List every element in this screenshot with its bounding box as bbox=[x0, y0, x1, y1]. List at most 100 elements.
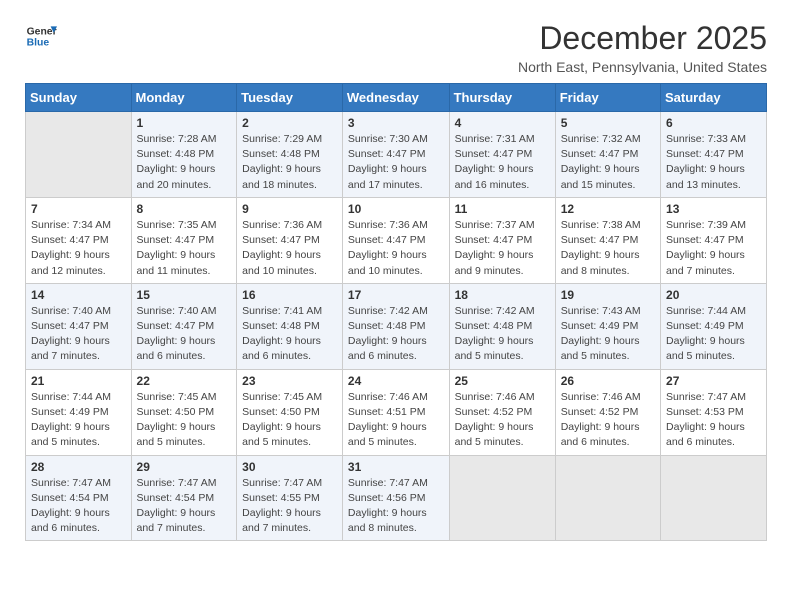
calendar-cell bbox=[555, 455, 660, 541]
day-number: 20 bbox=[666, 288, 761, 302]
day-number: 18 bbox=[455, 288, 550, 302]
calendar-cell bbox=[26, 112, 132, 198]
day-number: 5 bbox=[561, 116, 655, 130]
calendar-cell: 6Sunrise: 7:33 AMSunset: 4:47 PMDaylight… bbox=[661, 112, 767, 198]
day-number: 4 bbox=[455, 116, 550, 130]
day-detail: Sunrise: 7:34 AMSunset: 4:47 PMDaylight:… bbox=[31, 218, 126, 279]
calendar-cell: 14 Sunrise: 7:40 AMSunset: 4:47 PMDayligh… bbox=[26, 283, 132, 369]
calendar-cell: 24 Sunrise: 7:46 AMSunset: 4:51 PMDayligh… bbox=[342, 369, 449, 455]
day-detail: Sunrise: 7:35 AMSunset: 4:47 PMDaylight:… bbox=[137, 218, 232, 279]
calendar-week-2: 7 Sunrise: 7:34 AMSunset: 4:47 PMDaylight… bbox=[26, 197, 767, 283]
calendar-cell: 3 Sunrise: 7:30 AMSunset: 4:47 PMDaylight… bbox=[342, 112, 449, 198]
day-detail: Sunrise: 7:47 AMSunset: 4:56 PMDaylight:… bbox=[348, 476, 444, 537]
day-header-thursday: Thursday bbox=[449, 84, 555, 112]
day-number: 23 bbox=[242, 374, 337, 388]
calendar-cell: 2 Sunrise: 7:29 AMSunset: 4:48 PMDaylight… bbox=[237, 112, 343, 198]
calendar-cell: 17Sunrise: 7:42 AMSunset: 4:48 PMDayligh… bbox=[342, 283, 449, 369]
day-detail: Sunrise: 7:31 AMSunset: 4:47 PMDaylight:… bbox=[455, 132, 550, 193]
day-detail: Sunrise: 7:40 AMSunset: 4:47 PMDaylight:… bbox=[137, 304, 232, 365]
day-detail: Sunrise: 7:46 AMSunset: 4:52 PMDaylight:… bbox=[561, 390, 655, 451]
calendar-cell: 27Sunrise: 7:47 AMSunset: 4:53 PMDayligh… bbox=[661, 369, 767, 455]
calendar-cell: 21 Sunrise: 7:44 AMSunset: 4:49 PMDayligh… bbox=[26, 369, 132, 455]
day-detail: Sunrise: 7:41 AMSunset: 4:48 PMDaylight:… bbox=[242, 304, 337, 365]
calendar-header-row: SundayMondayTuesdayWednesdayThursdayFrid… bbox=[26, 84, 767, 112]
day-number: 16 bbox=[242, 288, 337, 302]
calendar-cell: 9 Sunrise: 7:36 AMSunset: 4:47 PMDaylight… bbox=[237, 197, 343, 283]
day-detail: Sunrise: 7:46 AMSunset: 4:52 PMDaylight:… bbox=[455, 390, 550, 451]
calendar-cell: 8 Sunrise: 7:35 AMSunset: 4:47 PMDaylight… bbox=[131, 197, 237, 283]
day-header-tuesday: Tuesday bbox=[237, 84, 343, 112]
calendar-cell: 29 Sunrise: 7:47 AMSunset: 4:54 PMDayligh… bbox=[131, 455, 237, 541]
day-number: 1 bbox=[137, 116, 232, 130]
day-header-wednesday: Wednesday bbox=[342, 84, 449, 112]
day-number: 14 bbox=[31, 288, 126, 302]
day-number: 11 bbox=[455, 202, 550, 216]
calendar-cell: 7 Sunrise: 7:34 AMSunset: 4:47 PMDaylight… bbox=[26, 197, 132, 283]
calendar-week-3: 14 Sunrise: 7:40 AMSunset: 4:47 PMDayligh… bbox=[26, 283, 767, 369]
day-number: 3 bbox=[348, 116, 444, 130]
calendar-body: 1Sunrise: 7:28 AMSunset: 4:48 PMDaylight… bbox=[26, 112, 767, 541]
month-title: December 2025 bbox=[518, 20, 767, 57]
day-detail: Sunrise: 7:36 AMSunset: 4:47 PMDaylight:… bbox=[348, 218, 444, 279]
day-number: 7 bbox=[31, 202, 126, 216]
day-number: 26 bbox=[561, 374, 655, 388]
svg-text:Blue: Blue bbox=[27, 38, 50, 49]
calendar-cell: 12Sunrise: 7:38 AMSunset: 4:47 PMDayligh… bbox=[555, 197, 660, 283]
calendar-cell: 22 Sunrise: 7:45 AMSunset: 4:50 PMDayligh… bbox=[131, 369, 237, 455]
day-number: 29 bbox=[137, 460, 232, 474]
day-detail: Sunrise: 7:44 AMSunset: 4:49 PMDaylight:… bbox=[666, 304, 761, 365]
day-number: 27 bbox=[666, 374, 761, 388]
day-detail: Sunrise: 7:45 AMSunset: 4:50 PMDaylight:… bbox=[137, 390, 232, 451]
day-detail: Sunrise: 7:46 AMSunset: 4:51 PMDaylight:… bbox=[348, 390, 444, 451]
logo: General Blue bbox=[25, 20, 57, 52]
day-number: 2 bbox=[242, 116, 337, 130]
day-number: 8 bbox=[137, 202, 232, 216]
day-detail: Sunrise: 7:47 AMSunset: 4:54 PMDaylight:… bbox=[137, 476, 232, 537]
calendar-cell: 20 Sunrise: 7:44 AMSunset: 4:49 PMDayligh… bbox=[661, 283, 767, 369]
day-detail: Sunrise: 7:40 AMSunset: 4:47 PMDaylight:… bbox=[31, 304, 126, 365]
calendar-table: SundayMondayTuesdayWednesdayThursdayFrid… bbox=[25, 83, 767, 541]
day-detail: Sunrise: 7:32 AMSunset: 4:47 PMDaylight:… bbox=[561, 132, 655, 193]
page-header: General Blue December 2025 North East, P… bbox=[25, 20, 767, 75]
day-number: 19 bbox=[561, 288, 655, 302]
calendar-cell: 26 Sunrise: 7:46 AMSunset: 4:52 PMDayligh… bbox=[555, 369, 660, 455]
day-detail: Sunrise: 7:45 AMSunset: 4:50 PMDaylight:… bbox=[242, 390, 337, 451]
day-number: 24 bbox=[348, 374, 444, 388]
day-detail: Sunrise: 7:47 AMSunset: 4:54 PMDaylight:… bbox=[31, 476, 126, 537]
calendar-cell: 11 Sunrise: 7:37 AMSunset: 4:47 PMDayligh… bbox=[449, 197, 555, 283]
calendar-week-1: 1Sunrise: 7:28 AMSunset: 4:48 PMDaylight… bbox=[26, 112, 767, 198]
calendar-cell bbox=[661, 455, 767, 541]
calendar-cell: 16 Sunrise: 7:41 AMSunset: 4:48 PMDayligh… bbox=[237, 283, 343, 369]
day-number: 21 bbox=[31, 374, 126, 388]
calendar-cell: 18 Sunrise: 7:42 AMSunset: 4:48 PMDayligh… bbox=[449, 283, 555, 369]
day-detail: Sunrise: 7:29 AMSunset: 4:48 PMDaylight:… bbox=[242, 132, 337, 193]
calendar-cell: 19Sunrise: 7:43 AMSunset: 4:49 PMDayligh… bbox=[555, 283, 660, 369]
day-number: 31 bbox=[348, 460, 444, 474]
day-detail: Sunrise: 7:44 AMSunset: 4:49 PMDaylight:… bbox=[31, 390, 126, 451]
calendar-cell: 10Sunrise: 7:36 AMSunset: 4:47 PMDayligh… bbox=[342, 197, 449, 283]
day-number: 13 bbox=[666, 202, 761, 216]
day-detail: Sunrise: 7:36 AMSunset: 4:47 PMDaylight:… bbox=[242, 218, 337, 279]
day-detail: Sunrise: 7:47 AMSunset: 4:55 PMDaylight:… bbox=[242, 476, 337, 537]
day-header-sunday: Sunday bbox=[26, 84, 132, 112]
day-number: 12 bbox=[561, 202, 655, 216]
day-detail: Sunrise: 7:30 AMSunset: 4:47 PMDaylight:… bbox=[348, 132, 444, 193]
day-detail: Sunrise: 7:42 AMSunset: 4:48 PMDaylight:… bbox=[455, 304, 550, 365]
day-header-saturday: Saturday bbox=[661, 84, 767, 112]
day-header-monday: Monday bbox=[131, 84, 237, 112]
day-detail: Sunrise: 7:39 AMSunset: 4:47 PMDaylight:… bbox=[666, 218, 761, 279]
day-detail: Sunrise: 7:33 AMSunset: 4:47 PMDaylight:… bbox=[666, 132, 761, 193]
calendar-cell: 31 Sunrise: 7:47 AMSunset: 4:56 PMDayligh… bbox=[342, 455, 449, 541]
logo-icon: General Blue bbox=[25, 20, 57, 52]
calendar-cell: 28 Sunrise: 7:47 AMSunset: 4:54 PMDayligh… bbox=[26, 455, 132, 541]
title-area: December 2025 North East, Pennsylvania, … bbox=[518, 20, 767, 75]
calendar-cell: 15Sunrise: 7:40 AMSunset: 4:47 PMDayligh… bbox=[131, 283, 237, 369]
calendar-cell: 30 Sunrise: 7:47 AMSunset: 4:55 PMDayligh… bbox=[237, 455, 343, 541]
calendar-cell bbox=[449, 455, 555, 541]
day-number: 28 bbox=[31, 460, 126, 474]
day-number: 22 bbox=[137, 374, 232, 388]
day-detail: Sunrise: 7:37 AMSunset: 4:47 PMDaylight:… bbox=[455, 218, 550, 279]
day-number: 30 bbox=[242, 460, 337, 474]
calendar-cell: 13 Sunrise: 7:39 AMSunset: 4:47 PMDayligh… bbox=[661, 197, 767, 283]
day-number: 9 bbox=[242, 202, 337, 216]
